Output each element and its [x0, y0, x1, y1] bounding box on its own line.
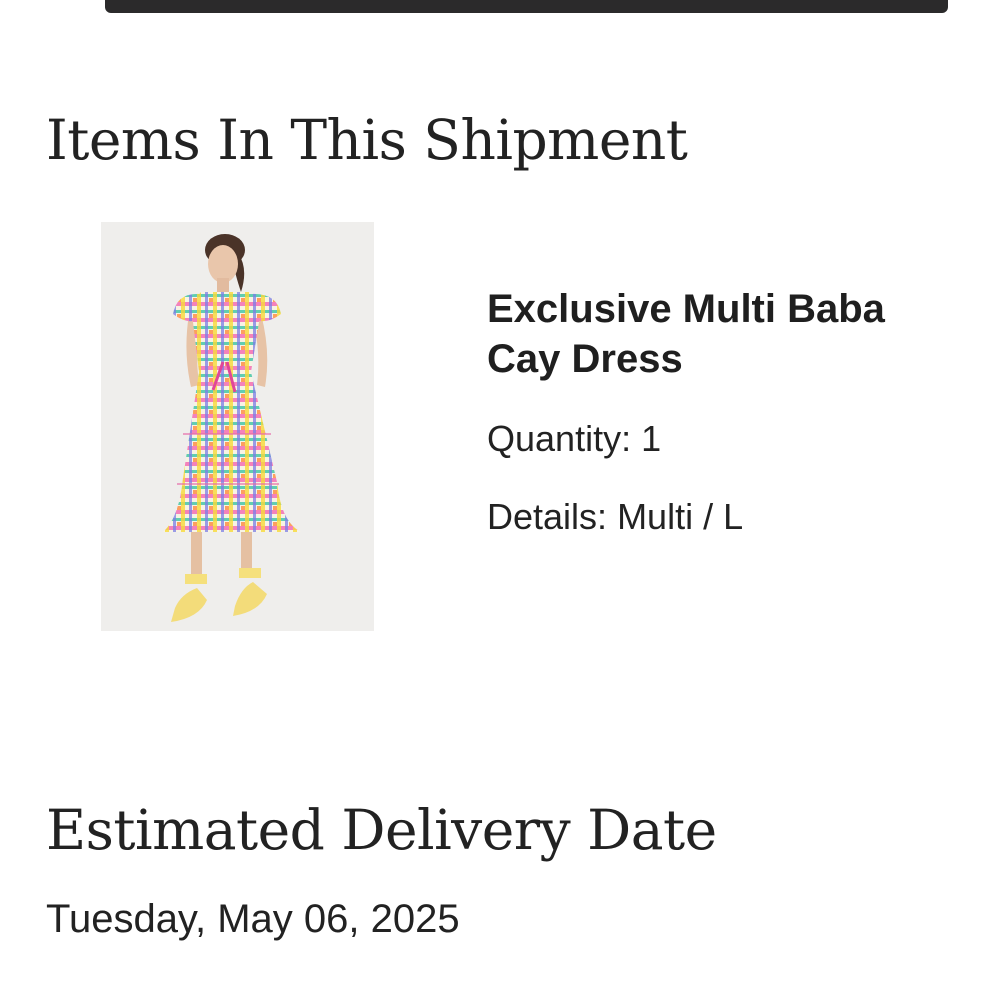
quantity-value: 1: [641, 418, 662, 459]
quantity-label: Quantity:: [487, 418, 632, 459]
details-value: Multi / L: [617, 496, 744, 537]
details-line: Details: Multi / L: [487, 497, 967, 537]
product-name[interactable]: Exclusive Multi Baba Cay Dress: [487, 284, 967, 384]
delivery-heading: Estimated Delivery Date: [46, 798, 717, 862]
quantity-line: Quantity: 1: [487, 419, 967, 459]
details-label: Details:: [487, 496, 608, 537]
items-heading: Items In This Shipment: [46, 108, 688, 172]
product-info: Exclusive Multi Baba Cay Dress Quantity:…: [487, 284, 967, 537]
header-bar: [105, 0, 948, 13]
delivery-date: Tuesday, May 06, 2025: [46, 897, 460, 941]
product-image[interactable]: [101, 222, 374, 631]
